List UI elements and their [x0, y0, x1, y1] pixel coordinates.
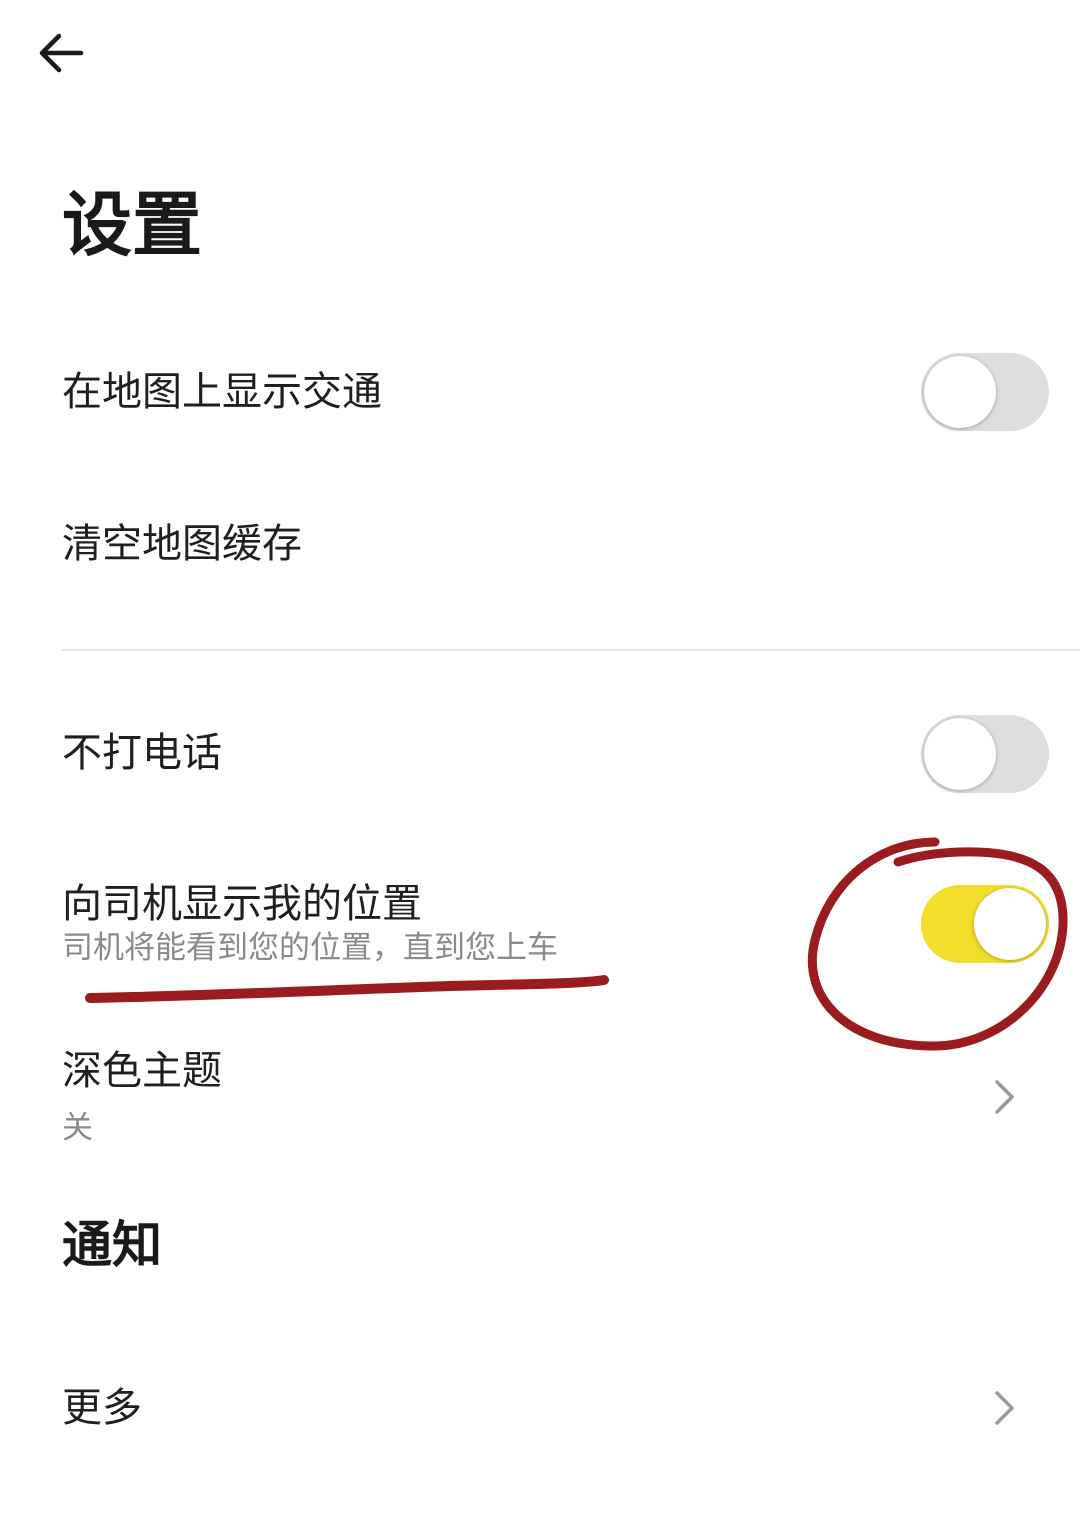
toggle-knob	[974, 888, 1046, 960]
setting-label-show-traffic: 在地图上显示交通	[62, 369, 382, 415]
setting-row-more[interactable]	[0, 1340, 1080, 1480]
toggle-knob	[924, 356, 996, 428]
setting-label-no-calls: 不打电话	[62, 730, 222, 776]
setting-label-clear-cache: 清空地图缓存	[62, 521, 302, 567]
setting-label-dark-theme: 深色主题	[62, 1048, 222, 1094]
toggle-knob	[924, 718, 996, 790]
arrow-left-icon	[39, 33, 84, 73]
show-traffic-toggle[interactable]	[921, 353, 1049, 431]
section-title-notifications: 通知	[62, 1216, 162, 1274]
no-calls-toggle[interactable]	[921, 715, 1049, 793]
setting-label-show-location: 向司机显示我的位置	[62, 881, 422, 927]
show-location-toggle[interactable]	[921, 885, 1049, 963]
setting-description-show-location: 司机将能看到您的位置，直到您上车	[62, 930, 558, 966]
chevron-right-icon	[995, 1080, 1014, 1114]
chevron-right-icon	[995, 1391, 1014, 1425]
back-button[interactable]	[26, 20, 96, 86]
setting-label-more: 更多	[62, 1385, 142, 1431]
setting-value-dark-theme: 关	[62, 1110, 93, 1146]
page-title: 设置	[62, 184, 202, 266]
section-divider	[62, 649, 1080, 651]
